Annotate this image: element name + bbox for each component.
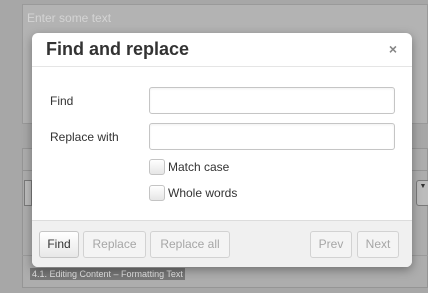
whole-words-checkbox[interactable] [149, 185, 165, 201]
close-icon[interactable]: × [386, 42, 400, 56]
prev-button[interactable]: Prev [310, 231, 352, 258]
replace-input[interactable] [149, 123, 395, 150]
find-input[interactable] [149, 87, 395, 114]
find-replace-dialog: Find and replace × Find Replace with Mat… [32, 33, 412, 267]
dialog-footer: Find Replace Replace all Prev Next [32, 220, 412, 267]
next-button[interactable]: Next [357, 231, 399, 258]
match-case-checkbox[interactable] [149, 159, 165, 175]
editor-placeholder: Enter some text [27, 11, 112, 25]
replace-all-button[interactable]: Replace all [150, 231, 230, 258]
replace-button[interactable]: Replace [83, 231, 146, 258]
find-button[interactable]: Find [39, 231, 79, 258]
replace-label: Replace with [50, 130, 119, 144]
editor-dropdown-icon: ▼ [416, 180, 428, 206]
match-case-label: Match case [168, 160, 230, 174]
find-label: Find [50, 94, 74, 108]
editor-control-left [24, 180, 32, 206]
whole-words-label: Whole words [168, 186, 238, 200]
dialog-header: Find and replace × [32, 33, 412, 67]
editor-selected-text: 4.1. Editing Content – Formatting Text [30, 268, 185, 280]
dialog-title: Find and replace [46, 39, 190, 59]
